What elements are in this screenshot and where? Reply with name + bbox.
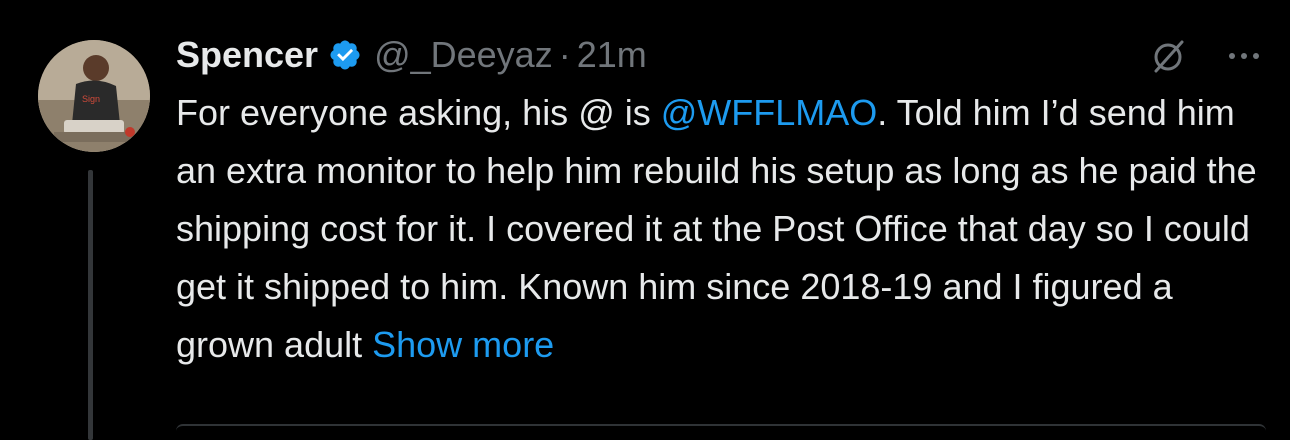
tweet-card[interactable]: Sign Spencer @_Deeyaz · 21m For everyone… — [0, 0, 1290, 440]
avatar-column: Sign — [38, 40, 150, 152]
grok-slash-icon[interactable] — [1148, 36, 1188, 76]
show-more-link[interactable]: Show more — [372, 324, 554, 365]
more-options-icon[interactable] — [1222, 36, 1266, 76]
avatar-photo: Sign — [38, 40, 150, 152]
tweet-text: For everyone asking, his @ is @WFFLMAO. … — [176, 84, 1266, 374]
avatar[interactable]: Sign — [38, 40, 150, 152]
tweet-text-part-1: For everyone asking, his @ is — [176, 92, 661, 133]
display-name[interactable]: Spencer — [176, 34, 318, 76]
header-actions — [1148, 36, 1266, 76]
timestamp[interactable]: 21m — [577, 34, 647, 76]
tweet-content: Spencer @_Deeyaz · 21m For everyone aski… — [176, 24, 1266, 374]
svg-text:Sign: Sign — [82, 94, 100, 104]
tweet-header: Spencer @_Deeyaz · 21m — [176, 24, 1266, 86]
separator-dot: · — [558, 34, 571, 75]
verified-badge-icon — [330, 40, 360, 70]
thread-connector-line — [88, 170, 93, 440]
user-handle[interactable]: @_Deeyaz — [374, 34, 553, 76]
quote-card-edge — [176, 424, 1266, 431]
mention-link[interactable]: @WFFLMAO — [661, 92, 878, 133]
